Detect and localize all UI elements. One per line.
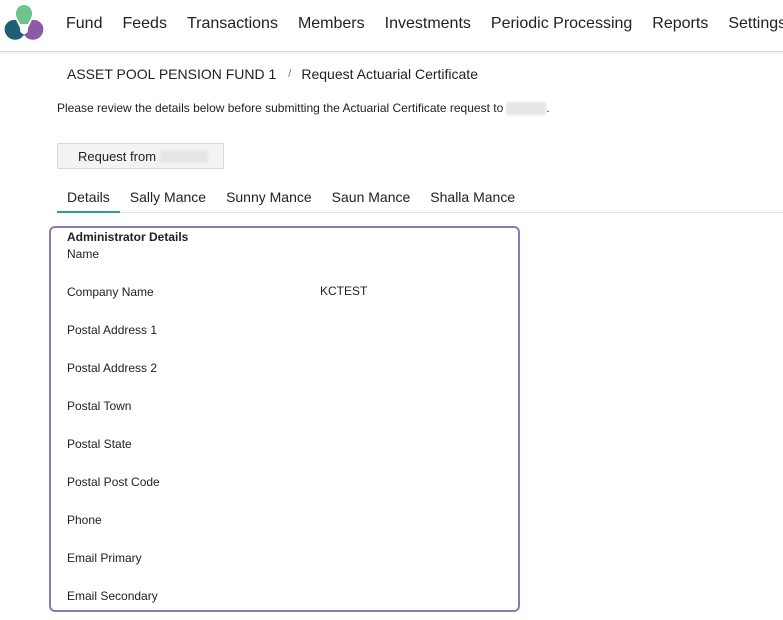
field-label-phone: Phone [67,513,102,527]
app-logo-icon[interactable] [0,2,48,48]
field-label-postal-state: Postal State [67,437,132,451]
tab-sunny-mance[interactable]: Sunny Mance [216,184,322,213]
main-nav: Fund Feeds Transactions Members Investme… [56,0,783,48]
redacted-recipient-name [160,149,209,163]
breadcrumb-fund-link[interactable]: ASSET POOL PENSION FUND 1 [67,66,276,82]
nav-item-fund[interactable]: Fund [56,0,112,48]
field-value-company-name: KCTEST [320,284,368,298]
field-label-postal-address-1: Postal Address 1 [67,323,158,337]
breadcrumb-current-page: Request Actuarial Certificate [301,66,478,82]
field-label-postal-town: Postal Town [67,399,132,413]
breadcrumb: ASSET POOL PENSION FUND 1 / Request Actu… [67,66,478,82]
nav-item-reports[interactable]: Reports [642,0,718,48]
field-label-company-name: Company Name [67,285,154,299]
field-label-email-secondary: Email Secondary [67,589,158,603]
tab-shalla-mance[interactable]: Shalla Mance [420,184,525,213]
request-button-label: Request from [78,148,157,164]
top-navigation-bar: Fund Feeds Transactions Members Investme… [0,0,783,52]
request-from-button[interactable]: Request from [57,143,224,169]
tab-sally-mance[interactable]: Sally Mance [120,184,216,213]
instructions-message: Please review the details below before s… [57,101,504,115]
nav-item-periodic-processing[interactable]: Periodic Processing [481,0,642,48]
member-tabs: Details Sally Mance Sunny Mance Saun Man… [57,184,525,213]
field-label-postal-address-2: Postal Address 2 [67,361,158,375]
tab-saun-mance[interactable]: Saun Mance [322,184,421,213]
instructions-text: Please review the details below before s… [57,101,550,115]
redacted-recipient [506,101,547,115]
instructions-period: . [546,101,550,115]
field-label-name: Name [67,247,100,261]
panel-title: Administrator Details [67,230,189,244]
nav-item-settings[interactable]: Settings [718,0,783,48]
nav-item-feeds[interactable]: Feeds [112,0,176,48]
field-label-email-primary: Email Primary [67,551,142,565]
nav-item-members[interactable]: Members [288,0,375,48]
nav-item-investments[interactable]: Investments [375,0,481,48]
administrator-details-panel: Administrator Details Name Company Name … [49,226,520,612]
breadcrumb-separator: / [288,68,292,80]
tab-details[interactable]: Details [57,184,120,213]
field-label-postal-post-code: Postal Post Code [67,475,160,489]
nav-item-transactions[interactable]: Transactions [177,0,288,48]
